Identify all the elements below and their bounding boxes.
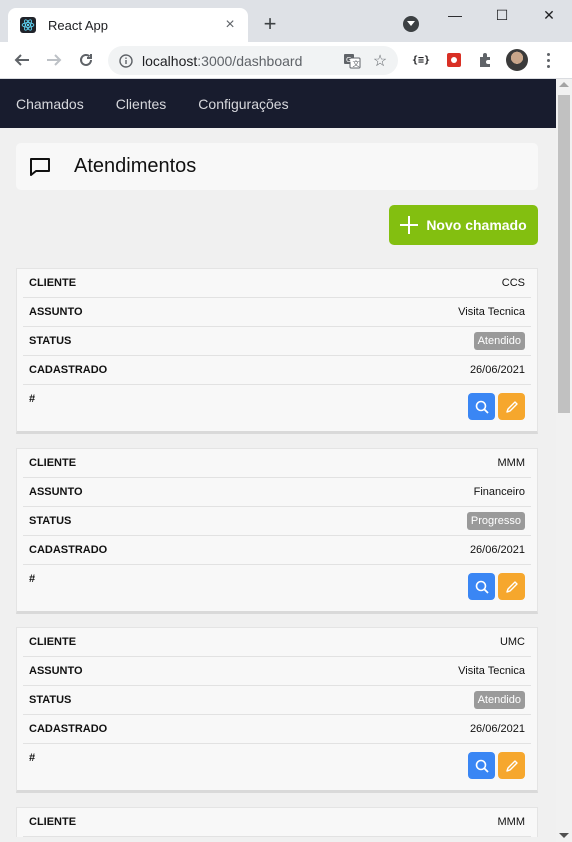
nav-item-clientes[interactable]: Clientes — [116, 96, 167, 112]
ticket-row-assunto: ASSUNTO Financeiro — [23, 478, 531, 507]
nav-item-chamados[interactable]: Chamados — [16, 96, 84, 112]
ticket-row-cadastrado: CADASTRADO 26/06/2021 — [23, 356, 531, 385]
ticket-row-cliente: CLIENTE MMM — [23, 449, 531, 478]
svg-text:G: G — [346, 56, 351, 64]
nav-item-configuracoes[interactable]: Configurações — [198, 96, 288, 112]
svg-text:文: 文 — [353, 59, 360, 68]
tab-title: React App — [48, 17, 108, 33]
view-ticket-button[interactable] — [468, 393, 495, 420]
browser-toolbar: localhost:3000/dashboard G文 ☆ {≡} — [0, 42, 572, 79]
ticket-row-status: STATUS Atendido — [23, 327, 531, 356]
extension-red-icon[interactable] — [443, 50, 465, 70]
page-scrollbar[interactable] — [556, 79, 572, 842]
extensions-puzzle-icon[interactable] — [474, 50, 496, 70]
app-viewport: Chamados Clientes Configurações Atendime… — [0, 79, 560, 842]
new-ticket-button[interactable]: Novo chamado — [389, 205, 538, 245]
status-badge: Atendido — [473, 691, 525, 709]
status-badge: Progresso — [466, 512, 525, 530]
pencil-icon — [505, 400, 518, 413]
ticket-card: CLIENTE MMM ASSUNTO Financeiro STATUS Progr… — [16, 448, 538, 614]
view-ticket-button[interactable] — [468, 752, 495, 779]
window-minimize-button[interactable]: — — [432, 0, 478, 30]
search-icon — [475, 759, 489, 773]
tab-close-icon[interactable]: × — [220, 15, 240, 35]
react-logo-icon — [20, 17, 36, 33]
window-close-button[interactable]: ✕ — [526, 0, 572, 30]
page-title: Atendimentos — [74, 155, 197, 177]
ticket-row-status: STATUS Progresso — [23, 507, 531, 536]
json-viewer-extension-icon[interactable]: {≡} — [410, 50, 432, 70]
ticket-card: CLIENTE UMC ASSUNTO Visita Tecnica STATUS A… — [16, 627, 538, 793]
ticket-row-cliente: CLIENTE UMC — [23, 628, 531, 657]
ticket-row-cadastrado: CADASTRADO 26/06/2021 — [23, 715, 531, 744]
edit-ticket-button[interactable] — [498, 573, 525, 600]
ticket-row-assunto: ASSUNTO Visita Tecnica — [23, 298, 531, 327]
reload-icon[interactable] — [74, 48, 98, 72]
scroll-thumb[interactable] — [558, 95, 570, 413]
back-arrow-icon[interactable] — [10, 48, 34, 72]
ticket-row-cadastrado: CADASTRADO 26/06/2021 — [23, 536, 531, 565]
forward-arrow-icon[interactable] — [42, 48, 66, 72]
translate-icon[interactable]: G文 — [342, 52, 362, 70]
status-badge: Atendido — [473, 332, 525, 350]
chat-bubble-icon — [28, 155, 52, 179]
ticket-row-actions: # — [23, 565, 531, 611]
ticket-row-actions: # — [23, 744, 531, 790]
browser-tab-bar: React App × + — ☐ ✕ — [0, 0, 572, 42]
profile-avatar[interactable] — [506, 49, 528, 71]
bookmark-star-icon[interactable]: ☆ — [370, 51, 390, 71]
url-text[interactable]: localhost:3000/dashboard — [142, 53, 342, 69]
tab-search-icon[interactable] — [403, 16, 419, 32]
ticket-row-assunto: ASSUNTO Visita Tecnica — [23, 657, 531, 686]
ticket-row-actions: # — [23, 385, 531, 431]
app-navbar: Chamados Clientes Configurações — [0, 79, 560, 128]
site-info-icon[interactable] — [118, 53, 134, 69]
new-ticket-label: Novo chamado — [426, 217, 527, 233]
pencil-icon — [505, 759, 518, 772]
address-bar[interactable]: localhost:3000/dashboard G文 ☆ — [108, 46, 398, 75]
ticket-row-cliente: CLIENTE MMM — [23, 808, 531, 837]
ticket-card: CLIENTE MMM — [16, 807, 538, 837]
scroll-down-arrow-icon[interactable] — [559, 833, 569, 838]
ticket-row-status: STATUS Atendido — [23, 686, 531, 715]
search-icon — [475, 580, 489, 594]
browser-tab[interactable]: React App × — [8, 8, 248, 42]
scroll-up-arrow-icon[interactable] — [559, 82, 569, 87]
page-header: Atendimentos — [16, 143, 538, 190]
pencil-icon — [505, 580, 518, 593]
edit-ticket-button[interactable] — [498, 393, 525, 420]
window-maximize-button[interactable]: ☐ — [479, 0, 525, 30]
plus-icon — [400, 216, 419, 234]
edit-ticket-button[interactable] — [498, 752, 525, 779]
search-icon — [475, 400, 489, 414]
ticket-card: CLIENTE CCS ASSUNTO Visita Tecnica STATUS A… — [16, 268, 538, 434]
new-tab-button[interactable]: + — [258, 11, 282, 36]
view-ticket-button[interactable] — [468, 573, 495, 600]
browser-menu-icon[interactable] — [540, 49, 556, 71]
ticket-row-cliente: CLIENTE CCS — [23, 269, 531, 298]
